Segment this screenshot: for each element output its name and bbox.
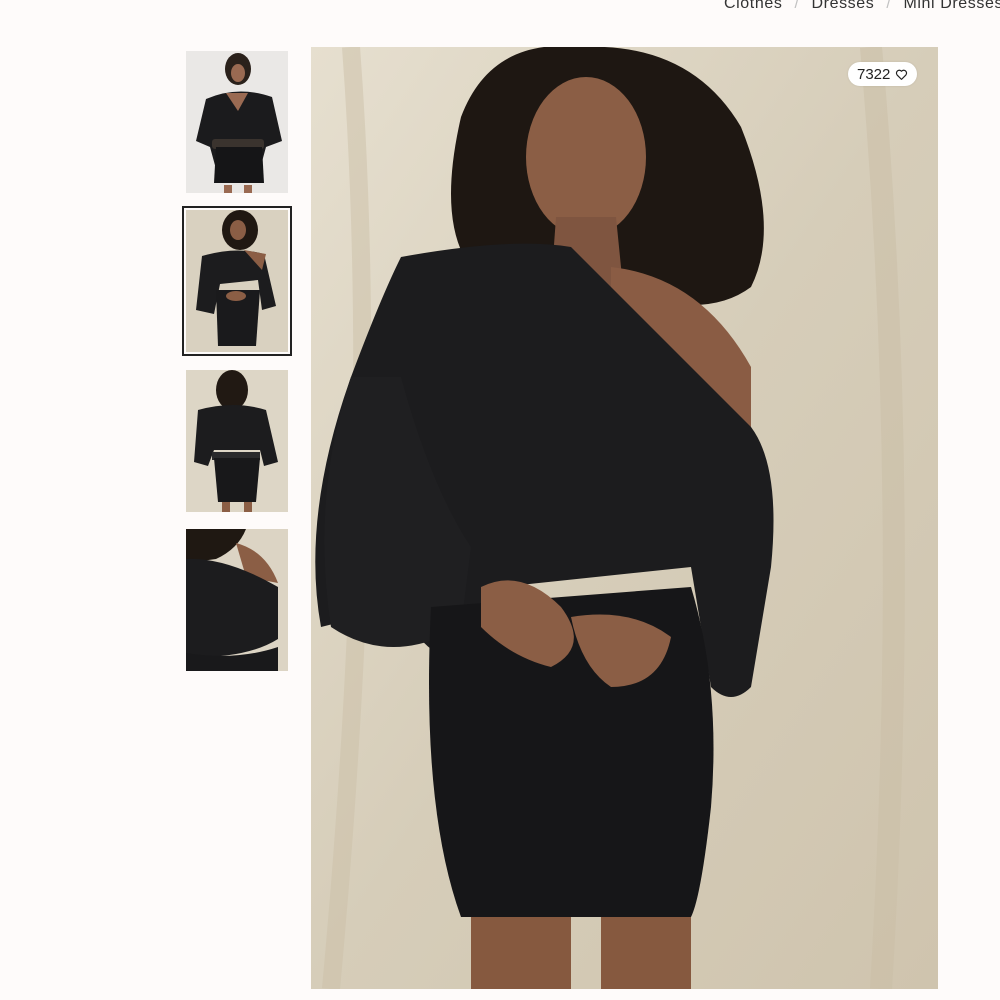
model-photo-front-large [311,47,938,989]
breadcrumb-dresses[interactable]: Dresses [812,0,875,13]
gallery-thumbnail-3[interactable] [186,370,288,512]
favorite-button[interactable]: 7322 [848,62,918,86]
model-photo-back [186,370,288,512]
model-photo-belted-front [186,51,288,193]
breadcrumb-separator: / [794,0,800,12]
breadcrumb-separator: / [886,0,892,12]
breadcrumb-clothes[interactable]: Clothes [724,0,782,13]
heart-outline-icon [896,69,908,80]
model-photo-front [186,210,288,352]
main-product-image[interactable] [311,47,938,989]
model-photo-shoulder-detail [186,529,288,671]
product-page: Clothes / Dresses / Mini Dresses 7322 [0,0,1000,1000]
favorite-count: 7322 [857,65,891,83]
gallery-thumbnail-1[interactable] [186,51,288,193]
breadcrumb-mini-dresses[interactable]: Mini Dresses [903,0,1000,13]
breadcrumb: Clothes / Dresses / Mini Dresses [724,0,1000,13]
gallery-thumbnail-2[interactable] [182,206,292,356]
gallery-thumbnail-4[interactable] [186,529,288,671]
